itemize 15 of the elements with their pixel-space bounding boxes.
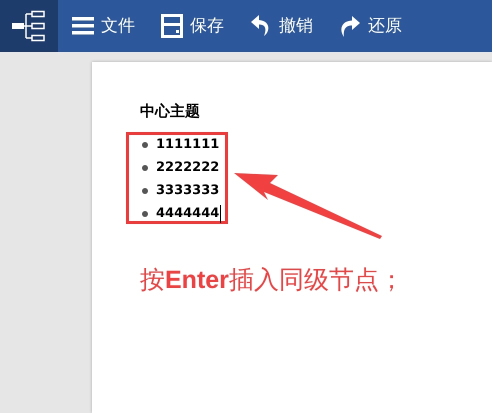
mind-map-icon	[10, 10, 48, 42]
redo-button[interactable]: 还原	[339, 6, 402, 46]
list-item[interactable]: 1111111	[156, 136, 222, 154]
list-item[interactable]: 3333333	[156, 182, 222, 200]
menu-icon	[72, 17, 94, 35]
save-icon	[161, 14, 183, 38]
list-item[interactable]: 2222222	[156, 158, 222, 176]
undo-button[interactable]: 撤销	[250, 6, 313, 46]
file-menu-button[interactable]: 文件	[72, 6, 135, 46]
save-button[interactable]: 保存	[161, 6, 224, 46]
list-item[interactable]: 4444444	[156, 204, 222, 222]
central-topic[interactable]: 中心主题	[140, 102, 200, 122]
redo-icon	[339, 14, 361, 38]
app-logo[interactable]	[0, 0, 58, 52]
annotation-text: 按Enter插入同级节点；	[140, 265, 404, 296]
